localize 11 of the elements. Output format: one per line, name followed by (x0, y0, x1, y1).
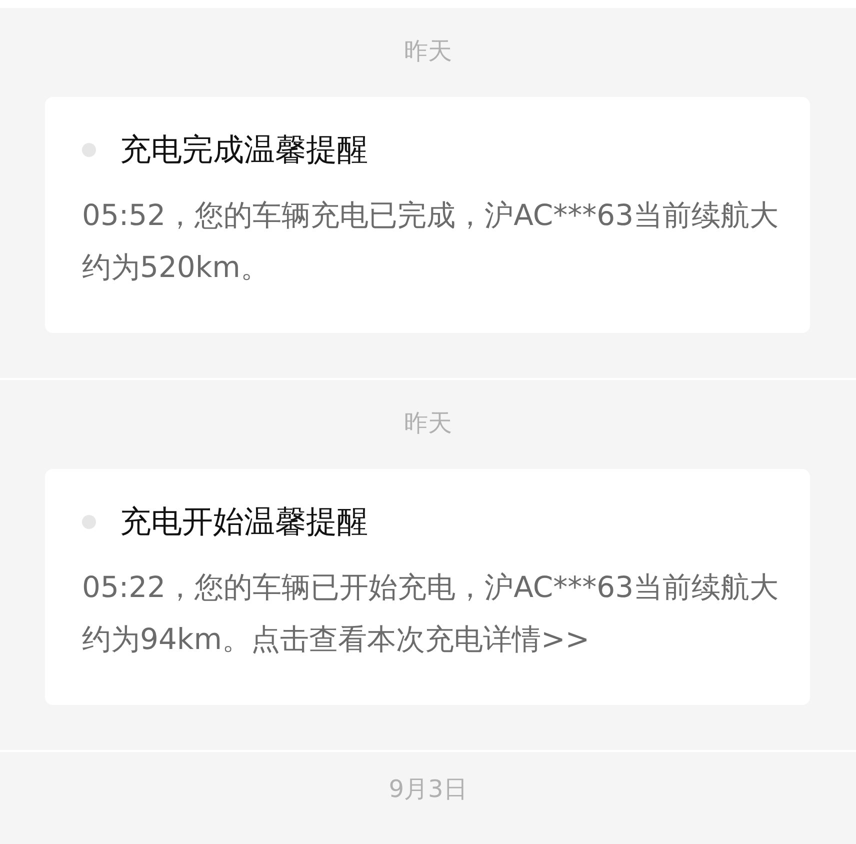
date-label: 9月3日 (388, 774, 468, 804)
dot-icon (82, 515, 96, 529)
message-text: 05:22，您的车辆已开始充电，沪AC***63当前续航大约为94km。点击查看本次充电详情>> (82, 569, 780, 658)
message-title: 充电开始温馨提醒 (120, 503, 368, 541)
message-card[interactable]: 充电完成温馨提醒 05:52，您的车辆充电已完成，沪AC***63当前续航大约为520km。 (45, 97, 810, 333)
message-title: 充电完成温馨提醒 (120, 131, 368, 169)
message-text: 05:52，您的车辆充电已完成，沪AC***63当前续航大约为520km。 (82, 197, 780, 286)
date-label: 昨天 (403, 36, 453, 66)
message-card[interactable]: 充电开始温馨提醒 05:22，您的车辆已开始充电，沪AC***63当前续航大约为94km。点击查看本次充电详情>> (45, 469, 810, 705)
dot-icon (82, 143, 96, 157)
date-label: 昨天 (403, 408, 453, 438)
